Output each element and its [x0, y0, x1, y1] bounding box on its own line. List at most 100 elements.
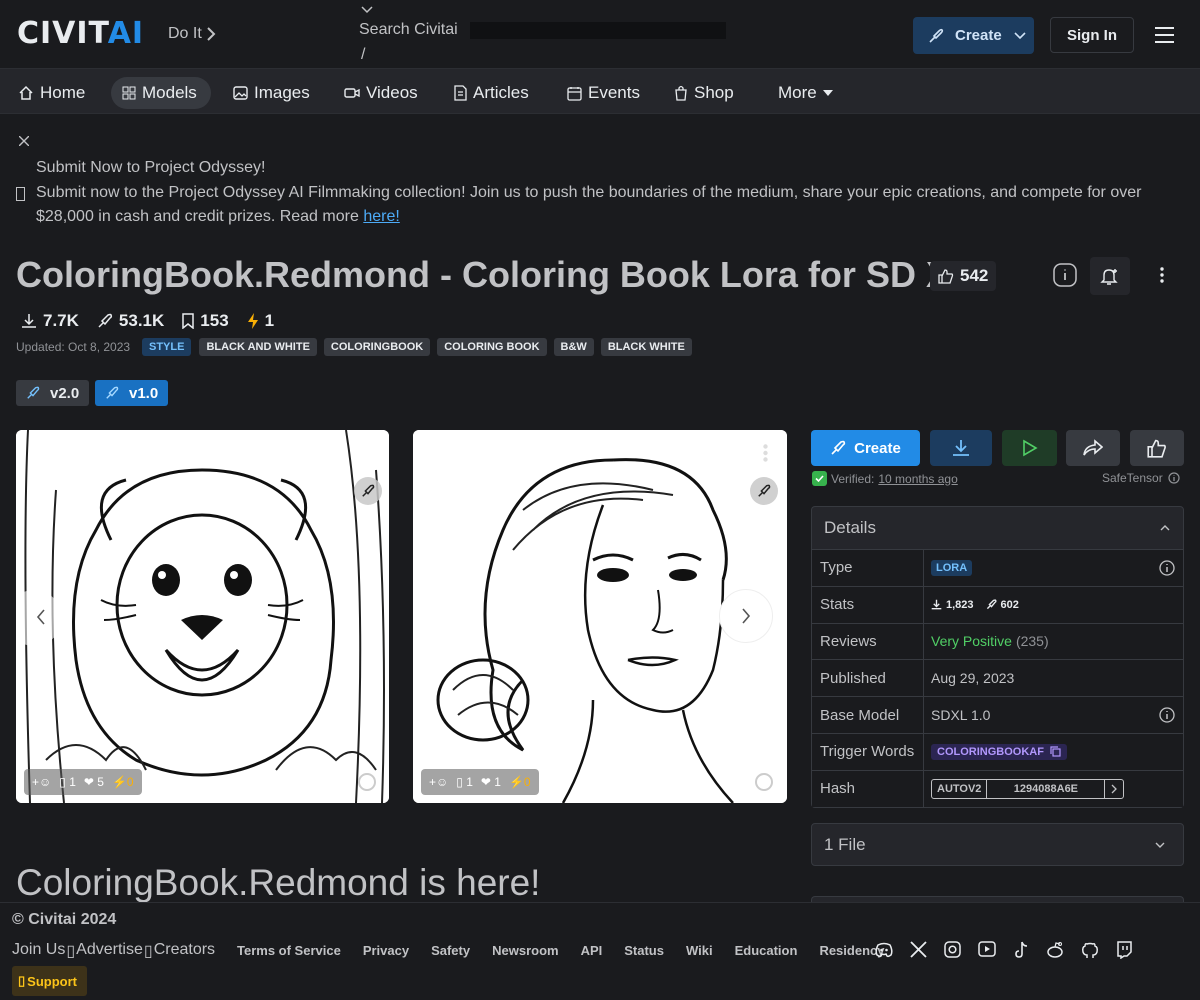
advertise-link[interactable]: Advertise — [76, 941, 143, 961]
dots-vertical-icon[interactable] — [763, 444, 768, 462]
gallery-card-portrait[interactable]: +☺ ▯ 1 ❤ 1 ⚡0 — [413, 430, 787, 803]
notify-button[interactable] — [1090, 257, 1130, 295]
bolt-icon — [247, 313, 258, 329]
youtube-icon[interactable] — [978, 941, 996, 957]
details-header[interactable]: Details — [812, 507, 1183, 549]
hash-widget[interactable]: AUTOV2 1294088A6E — [931, 778, 1125, 799]
files-accordion[interactable]: 1 File — [811, 823, 1184, 866]
nav-articles[interactable]: Articles — [446, 77, 537, 109]
version-tab-v2[interactable]: v2.0 — [16, 380, 90, 406]
do-it-link[interactable]: Do It — [168, 25, 216, 43]
bell-plus-icon — [1100, 269, 1118, 285]
remix-button[interactable] — [354, 477, 382, 505]
chevron-down-icon[interactable] — [361, 6, 373, 14]
details-row-type: Type LORA — [812, 549, 1183, 586]
close-icon[interactable] — [19, 136, 29, 146]
nav-more[interactable]: More — [770, 77, 841, 109]
info-icon[interactable] — [358, 773, 376, 791]
verified-date-link[interactable]: 10 months ago — [878, 472, 957, 486]
wiki-link[interactable]: Wiki — [686, 943, 713, 958]
stat-downloads: 1,823 — [931, 599, 974, 611]
search-field-bg — [470, 22, 726, 39]
education-link[interactable]: Education — [735, 943, 798, 958]
trigger-word-badge[interactable]: COLORINGBOOKAF — [931, 743, 1067, 760]
newsroom-link[interactable]: Newsroom — [492, 943, 558, 958]
sign-in-button[interactable]: Sign In — [1050, 17, 1134, 53]
home-icon — [19, 85, 33, 100]
creators-link[interactable]: Creators — [154, 941, 215, 961]
brush-icon — [27, 386, 40, 399]
chevron-down-icon — [1014, 31, 1026, 39]
brush-icon — [929, 28, 944, 43]
tag-black-white[interactable]: BLACK WHITE — [600, 338, 692, 356]
safety-link[interactable]: Safety — [431, 943, 470, 958]
buzz-tip-count[interactable]: ⚡0 — [112, 775, 134, 789]
play-button[interactable] — [1002, 430, 1057, 466]
tag-list: STYLE BLACK AND WHITE COLORINGBOOK COLOR… — [142, 338, 692, 356]
privacy-link[interactable]: Privacy — [363, 943, 409, 958]
status-link[interactable]: Status — [624, 943, 664, 958]
review-button[interactable] — [1130, 430, 1184, 466]
tiktok-icon[interactable] — [1013, 941, 1029, 959]
announcement-body: Submit now to the Project Odyssey AI Fil… — [36, 184, 1142, 225]
carousel-next-button[interactable] — [719, 589, 773, 643]
version-tab-v1[interactable]: v1.0 — [95, 380, 169, 406]
tag-bw[interactable]: B&W — [553, 338, 594, 356]
info-button[interactable] — [1051, 261, 1079, 289]
info-icon[interactable] — [755, 773, 773, 791]
join-us-link[interactable]: Join Us — [12, 941, 65, 961]
instagram-icon[interactable] — [944, 941, 961, 958]
add-reaction-icon[interactable]: +☺ — [32, 775, 51, 789]
reviews-rating-link[interactable]: Very Positive — [931, 633, 1012, 649]
tag-coloringbook[interactable]: COLORINGBOOK — [323, 338, 431, 356]
bookmark-count: 153 — [182, 311, 229, 331]
reddit-icon[interactable] — [1046, 941, 1064, 959]
dots-vertical-icon — [1160, 267, 1164, 283]
info-icon[interactable] — [1159, 560, 1175, 576]
create-button[interactable]: Create — [811, 430, 920, 466]
reviews-count: (235) — [1015, 633, 1049, 650]
search-input[interactable]: Search Civitai — [359, 21, 458, 39]
chevron-right-icon[interactable] — [1105, 780, 1123, 798]
nav-images[interactable]: Images — [225, 77, 318, 109]
info-icon[interactable] — [1159, 707, 1175, 723]
twitch-icon[interactable] — [1116, 941, 1132, 959]
gallery-card-lion[interactable]: +☺ ▯ 1 ❤ 5 ⚡0 — [16, 430, 389, 803]
support-button[interactable]: ▯ Support — [12, 966, 87, 996]
brush-icon — [986, 599, 997, 610]
x-twitter-icon[interactable] — [910, 941, 927, 958]
create-dropdown-button[interactable]: Create — [913, 17, 1034, 54]
download-button[interactable] — [930, 430, 992, 466]
caret-down-icon — [822, 90, 833, 96]
nav-home[interactable]: Home — [10, 77, 93, 109]
details-panel: Details Type LORA Stats 1,823 602 Review… — [811, 506, 1184, 808]
copy-icon — [1050, 746, 1061, 757]
discord-icon[interactable] — [875, 941, 893, 959]
announcement-link[interactable]: here! — [363, 208, 399, 225]
nav-videos[interactable]: Videos — [336, 77, 426, 109]
menu-icon[interactable] — [1155, 27, 1174, 43]
nav-events[interactable]: Events — [559, 77, 648, 109]
verified-status: Verified: 10 months ago — [812, 471, 958, 486]
buzz-tip-count[interactable]: ⚡0 — [509, 775, 531, 789]
main-nav: Home Models Images Videos Articles Event… — [0, 68, 1200, 114]
download-icon — [22, 314, 36, 328]
tag-coloring-book[interactable]: COLORING BOOK — [437, 338, 547, 356]
brush-icon — [758, 484, 771, 497]
like-count-badge[interactable]: 542 — [930, 261, 997, 291]
info-icon[interactable] — [1168, 472, 1180, 484]
civitai-logo[interactable]: CIVITAI — [17, 16, 144, 51]
terms-link[interactable]: Terms of Service — [237, 943, 341, 958]
remix-button[interactable] — [750, 477, 778, 505]
nav-models[interactable]: Models — [111, 77, 211, 109]
nav-shop[interactable]: Shop — [666, 77, 742, 109]
api-link[interactable]: API — [581, 943, 603, 958]
tag-style[interactable]: STYLE — [142, 338, 192, 356]
footer-links: Terms of Service Privacy Safety Newsroom… — [237, 943, 884, 958]
share-button[interactable] — [1066, 430, 1120, 466]
brush-icon — [98, 313, 112, 328]
github-icon[interactable] — [1081, 941, 1099, 959]
more-options-button[interactable] — [1148, 261, 1176, 289]
add-reaction-icon[interactable]: +☺ — [429, 775, 448, 789]
tag-black-and-white[interactable]: BLACK AND WHITE — [199, 338, 317, 356]
